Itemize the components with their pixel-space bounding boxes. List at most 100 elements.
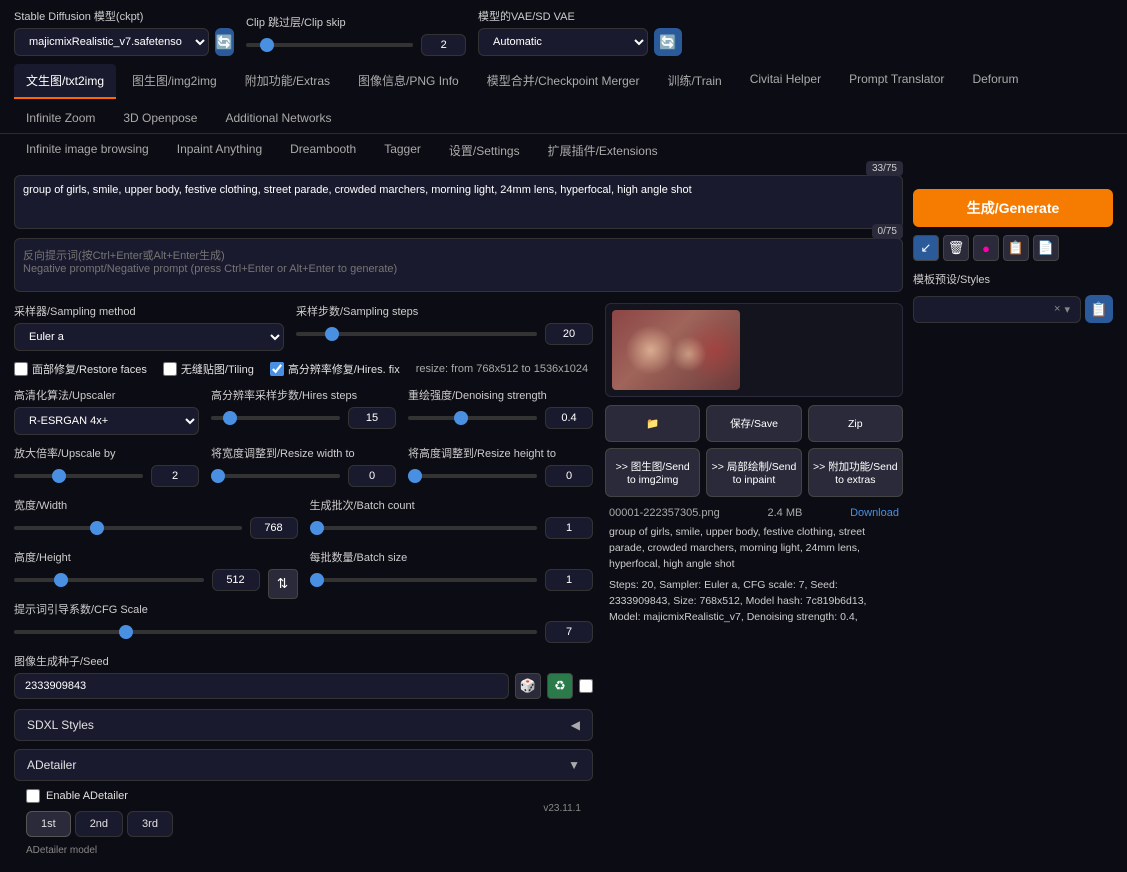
tab-Dreambooth[interactable]: Dreambooth xyxy=(278,134,368,167)
arrow-icon[interactable]: ↙ xyxy=(913,235,939,261)
tab-3D Openpose[interactable]: 3D Openpose xyxy=(111,103,209,133)
tab-图像信息[interactable]: 图像信息/PNG Info xyxy=(346,64,471,99)
clipboard-icon[interactable]: 📋 xyxy=(1003,235,1029,261)
height-value[interactable]: 512 xyxy=(212,569,260,591)
sampling-method-select[interactable]: Euler a xyxy=(14,323,284,351)
resize-w-slider[interactable] xyxy=(211,474,340,478)
upscale-by-slider[interactable] xyxy=(14,474,143,478)
output-filesize: 2.4 MB xyxy=(767,507,802,519)
height-slider[interactable] xyxy=(14,578,204,582)
resize-h-value[interactable]: 0 xyxy=(545,465,593,487)
tab-Tagger[interactable]: Tagger xyxy=(372,134,433,167)
vae-label: 模型的VAE/SD VAE xyxy=(478,8,698,24)
ckpt-refresh-button[interactable]: 🔄 xyxy=(215,28,234,56)
tab-Civitai Helper[interactable]: Civitai Helper xyxy=(738,64,833,99)
upscale-by-value[interactable]: 2 xyxy=(151,465,199,487)
swap-wh-button[interactable]: ⇅ xyxy=(268,569,298,599)
vae-select[interactable]: Automatic xyxy=(478,28,648,56)
seed-random-button[interactable]: 🎲 xyxy=(515,673,541,699)
file-icon[interactable]: 📄 xyxy=(1033,235,1059,261)
main-tabs-row2: Infinite image browsingInpaint AnythingD… xyxy=(0,134,1127,167)
upscale-by-label: 放大倍率/Upscale by xyxy=(14,445,199,461)
batch-size-slider[interactable] xyxy=(310,578,538,582)
resize-w-value[interactable]: 0 xyxy=(348,465,396,487)
denoise-slider[interactable] xyxy=(408,416,537,420)
batch-size-label: 每批数量/Batch size xyxy=(310,549,594,565)
resize-h-slider[interactable] xyxy=(408,474,537,478)
clip-skip-value[interactable]: 2 xyxy=(421,34,466,56)
sampling-steps-slider[interactable] xyxy=(296,332,537,336)
batch-count-label: 生成批次/Batch count xyxy=(310,497,594,513)
main-tabs: 文生图/txt2img图生图/img2img附加功能/Extras图像信息/PN… xyxy=(0,64,1127,134)
tab-Inpaint Anything[interactable]: Inpaint Anything xyxy=(165,134,274,167)
seed-reuse-button[interactable]: ♻ xyxy=(547,673,573,699)
output-image[interactable] xyxy=(612,310,740,390)
adetailer-tab-2nd[interactable]: 2nd xyxy=(75,811,123,837)
send-inpaint-button[interactable]: >> 局部绘制/Send to inpaint xyxy=(706,448,801,497)
save-button[interactable]: 保存/Save xyxy=(706,405,801,442)
send-img2img-button[interactable]: >> 图生图/Send to img2img xyxy=(605,448,700,497)
tab-设置[interactable]: 设置/Settings xyxy=(437,134,532,167)
ckpt-select[interactable]: majicmixRealistic_v7.safetensors [7c819b… xyxy=(14,28,209,56)
tab-图生图[interactable]: 图生图/img2img xyxy=(120,64,229,99)
styles-select[interactable]: × ▾ xyxy=(913,296,1081,323)
hires-steps-label: 高分辨率采样步数/Hires steps xyxy=(211,387,396,403)
height-label: 高度/Height xyxy=(14,549,260,565)
adetailer-accordion[interactable]: ADetailer▼ xyxy=(14,749,593,781)
sampling-steps-label: 采样步数/Sampling steps xyxy=(296,303,593,319)
tab-附加功能[interactable]: 附加功能/Extras xyxy=(233,64,342,99)
sampling-steps-value[interactable]: 20 xyxy=(545,323,593,345)
width-value[interactable]: 768 xyxy=(250,517,298,539)
width-slider[interactable] xyxy=(14,526,242,530)
adetailer-tab-3rd[interactable]: 3rd xyxy=(127,811,173,837)
hires-steps-slider[interactable] xyxy=(211,416,340,420)
tab-Additional Networks[interactable]: Additional Networks xyxy=(213,103,343,133)
clip-skip-slider[interactable] xyxy=(246,43,413,47)
tab-文生图[interactable]: 文生图/txt2img xyxy=(14,64,116,99)
zip-button[interactable]: Zip xyxy=(808,405,903,442)
styles-apply-button[interactable]: 📋 xyxy=(1085,295,1113,323)
tiling-checkbox[interactable]: 无缝贴图/Tiling xyxy=(163,361,254,377)
adetailer-tab-1st[interactable]: 1st xyxy=(26,811,71,837)
seed-extra-checkbox[interactable] xyxy=(579,679,593,693)
palette-icon[interactable]: ● xyxy=(973,235,999,261)
open-folder-button[interactable]: 📁 xyxy=(605,405,700,442)
width-label: 宽度/Width xyxy=(14,497,298,513)
tab-模型合并[interactable]: 模型合并/Checkpoint Merger xyxy=(475,64,652,99)
upscaler-select[interactable]: R-ESRGAN 4x+ xyxy=(14,407,199,435)
generate-button[interactable]: 生成/Generate xyxy=(913,189,1113,227)
seed-input[interactable] xyxy=(14,673,509,699)
restore-faces-checkbox[interactable]: 面部修复/Restore faces xyxy=(14,361,147,377)
batch-count-slider[interactable] xyxy=(310,526,538,530)
ckpt-label: Stable Diffusion 模型(ckpt) xyxy=(14,8,234,24)
hires-steps-value[interactable]: 15 xyxy=(348,407,396,429)
vae-refresh-button[interactable]: 🔄 xyxy=(654,28,682,56)
neg-prompt-input[interactable] xyxy=(14,238,903,292)
sdxl-styles-accordion[interactable]: SDXL Styles◀ xyxy=(14,709,593,741)
tab-Infinite image browsing[interactable]: Infinite image browsing xyxy=(14,134,161,167)
styles-label: 模板预设/Styles xyxy=(913,271,1113,287)
cfg-value[interactable]: 7 xyxy=(545,621,593,643)
neg-prompt-token-count: 0/75 xyxy=(872,224,903,239)
styles-clear-icon[interactable]: × xyxy=(1050,303,1064,315)
batch-count-value[interactable]: 1 xyxy=(545,517,593,539)
send-extras-button[interactable]: >> 附加功能/Send to extras xyxy=(808,448,903,497)
cfg-slider[interactable] xyxy=(14,630,537,634)
sampling-method-label: 采样器/Sampling method xyxy=(14,303,284,319)
trash-icon[interactable]: 🗑 xyxy=(943,235,969,261)
tab-Deforum[interactable]: Deforum xyxy=(960,64,1030,99)
download-link[interactable]: Download xyxy=(850,507,899,519)
batch-size-value[interactable]: 1 xyxy=(545,569,593,591)
enable-adetailer-checkbox[interactable]: Enable ADetailer xyxy=(26,789,581,803)
denoise-label: 重绘强度/Denoising strength xyxy=(408,387,593,403)
tab-扩展插件[interactable]: 扩展插件/Extensions xyxy=(536,134,670,167)
denoise-value[interactable]: 0.4 xyxy=(545,407,593,429)
tab-Prompt Translator[interactable]: Prompt Translator xyxy=(837,64,956,99)
resize-w-label: 将宽度调整到/Resize width to xyxy=(211,445,396,461)
prompt-input[interactable] xyxy=(14,175,903,229)
output-preview xyxy=(605,303,903,397)
hires-fix-checkbox[interactable]: 高分辨率修复/Hires. fix xyxy=(270,361,400,377)
adetailer-version: v23.11.1 xyxy=(543,803,581,814)
tab-Infinite Zoom[interactable]: Infinite Zoom xyxy=(14,103,107,133)
tab-训练[interactable]: 训练/Train xyxy=(655,64,733,99)
